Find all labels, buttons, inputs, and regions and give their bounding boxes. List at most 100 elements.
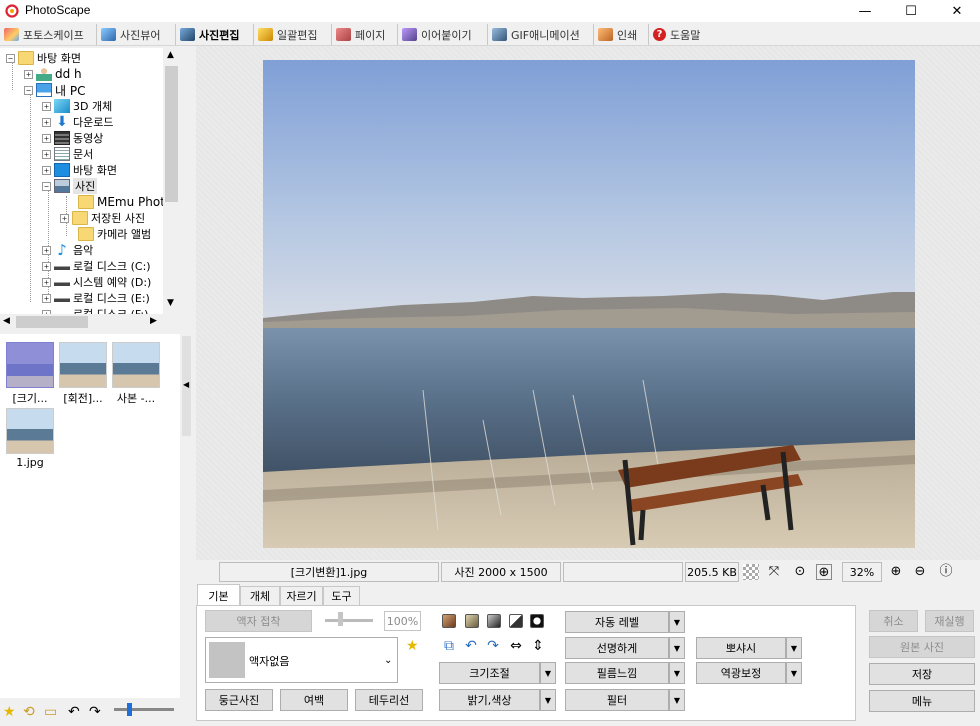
- tab-photoscape[interactable]: 포토스케이프: [0, 24, 97, 45]
- filter-button[interactable]: 필터: [565, 689, 669, 711]
- thumbnail-size-slider[interactable]: [114, 708, 174, 711]
- edit-tab-crop[interactable]: 자르기: [280, 586, 323, 605]
- rotate-left-icon[interactable]: ↶: [463, 638, 479, 654]
- minimize-button[interactable]: —: [842, 0, 888, 22]
- tab-batch[interactable]: 일괄편집: [254, 24, 332, 45]
- expand-icon[interactable]: +: [42, 277, 51, 287]
- edit-tab-tools[interactable]: 도구: [323, 586, 360, 605]
- tree-scroll-thumb[interactable]: [165, 66, 178, 202]
- tab-print[interactable]: 인쇄: [594, 24, 649, 45]
- auto-level-dropdown-icon[interactable]: ▼: [669, 611, 685, 633]
- resize-button[interactable]: 크기조절: [439, 662, 540, 684]
- redo-button[interactable]: 재실행: [925, 610, 974, 632]
- thumbnail-image[interactable]: [6, 342, 54, 388]
- menu-button[interactable]: 메뉴: [869, 690, 975, 712]
- tree-node-desktop[interactable]: + 바탕 화면: [42, 162, 117, 178]
- open-folder-icon[interactable]: ▭: [44, 704, 57, 720]
- collapse-icon[interactable]: −: [42, 181, 51, 191]
- original-photo-button[interactable]: 원본 사진: [869, 636, 975, 658]
- bloom-dropdown-icon[interactable]: ▼: [786, 637, 802, 659]
- tree-node-drive-f[interactable]: +로컬 디스크 (F:): [42, 306, 148, 314]
- info-icon[interactable]: ⓘ: [938, 564, 954, 580]
- tree-node-desktop-root[interactable]: − 바탕 화면: [6, 50, 81, 66]
- collapse-icon[interactable]: −: [6, 53, 15, 63]
- expand-icon[interactable]: +: [42, 101, 51, 111]
- sepia-swatch-icon[interactable]: [465, 614, 479, 628]
- expand-icon[interactable]: +: [42, 149, 51, 159]
- expand-icon[interactable]: +: [42, 245, 51, 255]
- expand-icon[interactable]: +: [24, 69, 33, 79]
- tree-node-camera-roll[interactable]: 카메라 앨범: [78, 226, 151, 242]
- back-arrow-icon[interactable]: ↶: [68, 704, 80, 720]
- flip-vertical-icon[interactable]: ⇕: [530, 638, 546, 654]
- tree-node-music[interactable]: + ♪ 음악: [42, 242, 93, 258]
- collapse-icon[interactable]: −: [24, 85, 33, 95]
- backlight-button[interactable]: 역광보정: [696, 662, 786, 684]
- scroll-left-icon[interactable]: ◀: [3, 316, 10, 326]
- collapse-panel-icon[interactable]: ◀: [183, 380, 189, 389]
- undo-button[interactable]: 취소: [869, 610, 918, 632]
- scroll-up-icon[interactable]: ▲: [167, 50, 174, 60]
- scroll-down-icon[interactable]: ▼: [167, 298, 174, 308]
- scroll-right-icon[interactable]: ▶: [150, 316, 157, 326]
- border-line-button[interactable]: 테두리선: [355, 689, 423, 711]
- film-effect-dropdown-icon[interactable]: ▼: [669, 662, 685, 684]
- expand-icon[interactable]: +: [60, 213, 69, 223]
- tab-viewer[interactable]: 사진뷰어: [97, 24, 176, 45]
- tree-node-videos[interactable]: + 동영상: [42, 130, 103, 146]
- flip-horizontal-icon[interactable]: ⇔: [508, 638, 524, 654]
- expand-icon[interactable]: +: [42, 133, 51, 143]
- filter-dropdown-icon[interactable]: ▼: [669, 689, 685, 711]
- tab-gif[interactable]: GIF애니메이션: [488, 24, 594, 45]
- favorite-star-icon[interactable]: ★: [3, 704, 16, 720]
- edit-tab-object[interactable]: 개체: [240, 586, 280, 605]
- tree-node-documents[interactable]: + 문서: [42, 146, 93, 162]
- film-effect-button[interactable]: 필름느낌: [565, 662, 669, 684]
- favorite-frame-star-icon[interactable]: ★: [406, 638, 419, 654]
- tab-page[interactable]: 페이지: [332, 24, 398, 45]
- expand-icon[interactable]: +: [42, 117, 51, 127]
- transparency-icon[interactable]: [743, 564, 759, 580]
- frame-size-slider[interactable]: [325, 619, 373, 622]
- round-photo-button[interactable]: 둥근사진: [205, 689, 273, 711]
- bloom-button[interactable]: 뽀샤시: [696, 637, 786, 659]
- frame-fit-button[interactable]: 액자 접착: [205, 610, 312, 632]
- rotate-right-icon[interactable]: ↷: [485, 638, 501, 654]
- brightness-color-button[interactable]: 밝기,색상: [439, 689, 540, 711]
- zoom-out-icon[interactable]: ⊖: [912, 564, 928, 580]
- tree-node-pictures[interactable]: − 사진: [42, 178, 98, 194]
- expand-icon[interactable]: +: [42, 261, 51, 271]
- tree-node-drive-d[interactable]: + 시스템 예약 (D:): [42, 274, 151, 290]
- edit-tab-basic[interactable]: 기본: [197, 584, 240, 606]
- tab-help[interactable]: ? 도움말: [649, 24, 715, 45]
- refresh-folder-icon[interactable]: ⟲: [23, 704, 35, 720]
- grayscale-swatch-icon[interactable]: [487, 614, 501, 628]
- tree-node-3d[interactable]: +3D 개체: [42, 98, 112, 114]
- auto-level-button[interactable]: 자동 레벨: [565, 611, 669, 633]
- thumbnail-image[interactable]: [59, 342, 107, 388]
- thumbnail-image[interactable]: [6, 408, 54, 454]
- tab-editor[interactable]: 사진편집: [176, 24, 254, 45]
- chevron-down-icon[interactable]: ⌄: [384, 655, 392, 666]
- tree-node-drive-e[interactable]: + 로컬 디스크 (E:): [42, 290, 150, 306]
- straighten-icon[interactable]: ⧉: [441, 638, 457, 654]
- expand-icon[interactable]: +: [42, 165, 51, 175]
- sharpen-dropdown-icon[interactable]: ▼: [669, 637, 685, 659]
- brightness-dropdown-icon[interactable]: ▼: [540, 689, 556, 711]
- tree-node-pc[interactable]: − 내 PC: [24, 82, 85, 98]
- save-button[interactable]: 저장: [869, 663, 975, 685]
- expand-icon[interactable]: +: [42, 293, 51, 303]
- forward-arrow-icon[interactable]: ↷: [89, 704, 101, 720]
- tree-node-drive-c[interactable]: + 로컬 디스크 (C:): [42, 258, 151, 274]
- negative-swatch-icon[interactable]: [530, 614, 544, 628]
- edited-photo[interactable]: [263, 60, 915, 548]
- close-button[interactable]: ✕: [934, 0, 980, 22]
- tree-node-memu[interactable]: MEmu Phot: [78, 194, 165, 210]
- fit-zoom-icon[interactable]: ⊕: [816, 564, 832, 580]
- black-white-swatch-icon[interactable]: [509, 614, 523, 628]
- tree-hscroll-thumb[interactable]: [16, 316, 88, 328]
- tree-node-user[interactable]: + dd h: [24, 66, 82, 82]
- resize-dropdown-icon[interactable]: ▼: [540, 662, 556, 684]
- fit-window-icon[interactable]: ⤧: [766, 564, 782, 580]
- sepia-brown-swatch-icon[interactable]: [442, 614, 456, 628]
